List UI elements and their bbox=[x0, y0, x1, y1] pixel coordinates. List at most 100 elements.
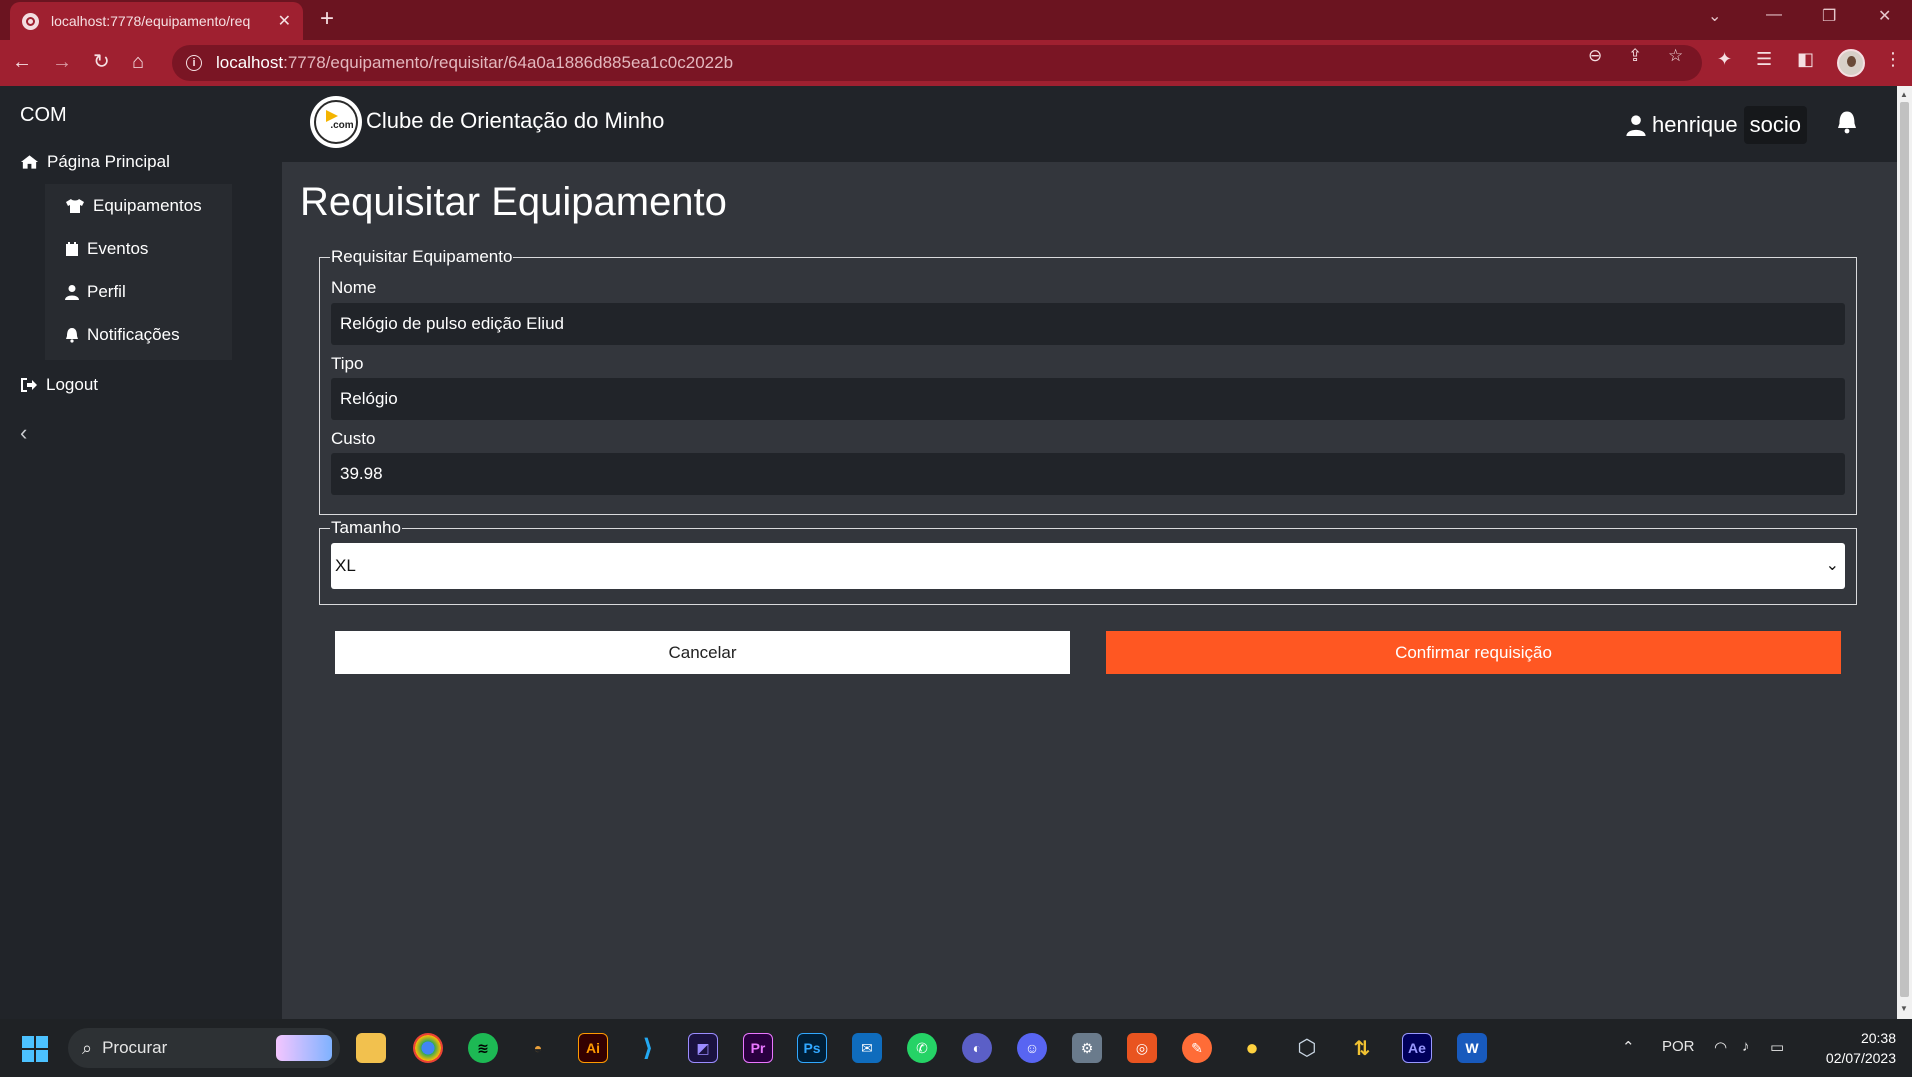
confirm-request-button[interactable]: Confirmar requisição bbox=[1106, 631, 1841, 674]
url-host: localhost bbox=[216, 53, 284, 72]
windows-start-icon[interactable] bbox=[22, 1036, 48, 1062]
user-role-badge: socio bbox=[1743, 106, 1807, 144]
logo-text: .com bbox=[330, 119, 354, 131]
sidebar-item-eventos[interactable]: Eventos bbox=[65, 239, 148, 259]
game-launcher-icon[interactable]: ◓ bbox=[523, 1033, 553, 1063]
restore-button[interactable]: ❐ bbox=[1822, 6, 1836, 26]
details-legend: Requisitar Equipamento bbox=[330, 247, 514, 267]
sidebar-brand[interactable]: COM bbox=[20, 104, 67, 127]
size-select[interactable]: XL ⌄ bbox=[331, 543, 1845, 589]
sidebar-item-equipamentos[interactable]: Equipamentos bbox=[65, 196, 202, 216]
home-icon[interactable]: ⌂ bbox=[132, 50, 144, 74]
size-fieldset: Tamanho XL ⌄ bbox=[319, 518, 1857, 605]
tipo-label: Tipo bbox=[331, 354, 364, 373]
url-path: :7778/equipamento/requisitar/64a0a1886d8… bbox=[283, 53, 734, 72]
taskbar-search[interactable]: ⌕ Procurar bbox=[68, 1028, 340, 1068]
clock-time: 20:38 bbox=[1860, 1030, 1896, 1046]
bookmark-star-icon[interactable]: ☆ bbox=[1668, 46, 1683, 66]
sidebar-submenu: Equipamentos Eventos Perfil Notificações bbox=[45, 184, 232, 360]
network-tool-icon[interactable]: ⇅ bbox=[1347, 1033, 1377, 1063]
forward-icon[interactable]: → bbox=[52, 50, 72, 74]
extensions-icon[interactable]: ✦ bbox=[1717, 49, 1732, 70]
sidebar-item-pagina-principal[interactable]: Página Principal bbox=[20, 152, 170, 172]
info-icon[interactable]: i bbox=[186, 55, 202, 71]
sidebar-item-label: Perfil bbox=[87, 282, 126, 301]
logout-label: Logout bbox=[46, 375, 98, 394]
sidebar-item-label: Eventos bbox=[87, 239, 149, 258]
postman-icon[interactable]: ✎ bbox=[1182, 1033, 1212, 1063]
back-icon[interactable]: ← bbox=[12, 50, 32, 74]
lightbulb-app-icon[interactable]: ● bbox=[1237, 1033, 1267, 1063]
file-explorer-icon[interactable] bbox=[356, 1033, 386, 1063]
after-effects-icon[interactable]: Ae bbox=[1402, 1033, 1432, 1063]
photoshop-icon[interactable]: Ps bbox=[797, 1033, 827, 1063]
mail-icon[interactable]: ✉ bbox=[852, 1033, 882, 1063]
globe-icon bbox=[22, 12, 39, 30]
nome-label: Nome bbox=[331, 278, 377, 297]
club-logo[interactable]: .com bbox=[310, 96, 362, 148]
calendar-icon bbox=[66, 242, 78, 256]
address-bar[interactable]: i localhost:7778/equipamento/requisitar/… bbox=[172, 45, 1702, 81]
size-legend: Tamanho bbox=[330, 518, 402, 538]
word-icon[interactable]: W bbox=[1457, 1033, 1487, 1063]
equipment-details-fieldset: Requisitar Equipamento Nome Relógio de p… bbox=[319, 247, 1857, 515]
sidebar-item-notificacoes[interactable]: Notificações bbox=[65, 325, 180, 345]
sidebar: COM Página Principal Equipamentos Evento… bbox=[0, 86, 282, 1019]
app-moon-icon[interactable]: ◐ bbox=[962, 1033, 992, 1063]
media-encoder-icon[interactable]: ◩ bbox=[688, 1033, 718, 1063]
page-scrollbar[interactable]: ▲ ▼ bbox=[1897, 86, 1912, 1019]
share-icon[interactable]: ⇪ bbox=[1628, 46, 1642, 66]
reading-list-icon[interactable]: ☰ bbox=[1756, 49, 1772, 70]
size-selected-value: XL bbox=[335, 556, 356, 575]
show-hidden-icons-chevron-icon[interactable]: ⌃ bbox=[1622, 1038, 1635, 1056]
whatsapp-icon[interactable]: ✆ bbox=[907, 1033, 937, 1063]
user-menu[interactable]: henrique socio bbox=[1626, 106, 1807, 144]
user-icon bbox=[1626, 115, 1646, 136]
chrome-icon[interactable] bbox=[413, 1033, 443, 1063]
reload-icon[interactable]: ↻ bbox=[93, 50, 110, 74]
logout-link[interactable]: Logout bbox=[20, 375, 98, 395]
spotify-icon[interactable]: ≋ bbox=[468, 1033, 498, 1063]
tab-search-icon[interactable]: ⌄ bbox=[1708, 6, 1721, 26]
close-tab-icon[interactable]: ✕ bbox=[278, 11, 291, 31]
vscode-icon[interactable]: ⟩ bbox=[633, 1033, 663, 1063]
site-title[interactable]: Clube de Orientação do Minho bbox=[366, 108, 664, 134]
nome-field: Relógio de pulso edição Eliud bbox=[331, 303, 1845, 345]
virtualbox-icon[interactable]: ⬡ bbox=[1292, 1033, 1322, 1063]
cancel-button[interactable]: Cancelar bbox=[335, 631, 1070, 674]
utility-app-icon[interactable]: ⚙ bbox=[1072, 1033, 1102, 1063]
profile-avatar[interactable] bbox=[1837, 49, 1865, 77]
new-tab-button[interactable]: + bbox=[320, 6, 334, 32]
ubuntu-icon[interactable]: ◎ bbox=[1127, 1033, 1157, 1063]
minimize-button[interactable]: — bbox=[1766, 6, 1782, 24]
browser-tab[interactable]: localhost:7778/equipamento/req ✕ bbox=[10, 2, 303, 40]
discord-icon[interactable]: ☺ bbox=[1017, 1033, 1047, 1063]
sidebar-item-label: Página Principal bbox=[47, 152, 170, 171]
sidebar-item-label: Equipamentos bbox=[93, 196, 202, 215]
collapse-sidebar-icon[interactable]: ‹ bbox=[20, 420, 27, 446]
menu-icon[interactable]: ⋮ bbox=[1884, 49, 1902, 70]
scroll-up-icon[interactable]: ▲ bbox=[1900, 90, 1908, 99]
user-icon bbox=[65, 285, 79, 300]
zoom-icon[interactable]: ⊖ bbox=[1588, 46, 1602, 66]
wifi-icon[interactable]: ◠ bbox=[1714, 1038, 1727, 1056]
illustrator-icon[interactable]: Ai bbox=[578, 1033, 608, 1063]
premiere-icon[interactable]: Pr bbox=[743, 1033, 773, 1063]
logo-mark: .com bbox=[314, 100, 358, 144]
system-clock[interactable]: 20:38 02/07/2023 bbox=[1816, 1028, 1896, 1068]
browser-toolbar: ← → ↻ ⌂ i localhost:7778/equipamento/req… bbox=[0, 40, 1912, 86]
search-icon: ⌕ bbox=[82, 1037, 93, 1058]
battery-icon[interactable]: ▭ bbox=[1770, 1038, 1784, 1056]
scrollbar-thumb[interactable] bbox=[1900, 102, 1909, 997]
side-panel-icon[interactable]: ◧ bbox=[1797, 49, 1814, 70]
bell-icon bbox=[66, 328, 78, 343]
scroll-down-icon[interactable]: ▼ bbox=[1900, 1004, 1908, 1013]
search-highlight-image bbox=[276, 1035, 332, 1061]
notifications-bell-icon[interactable] bbox=[1836, 110, 1858, 139]
os-taskbar: ⌕ Procurar ≋ ◓ Ai ⟩ ◩ Pr Ps ✉ ✆ ◐ ☺ ⚙ ◎ … bbox=[0, 1019, 1912, 1077]
sidebar-item-perfil[interactable]: Perfil bbox=[65, 282, 126, 302]
close-window-button[interactable]: ✕ bbox=[1878, 6, 1891, 26]
tab-title: localhost:7778/equipamento/req bbox=[51, 13, 251, 29]
volume-icon[interactable]: ♪ bbox=[1742, 1038, 1750, 1055]
language-indicator[interactable]: POR bbox=[1662, 1038, 1695, 1055]
